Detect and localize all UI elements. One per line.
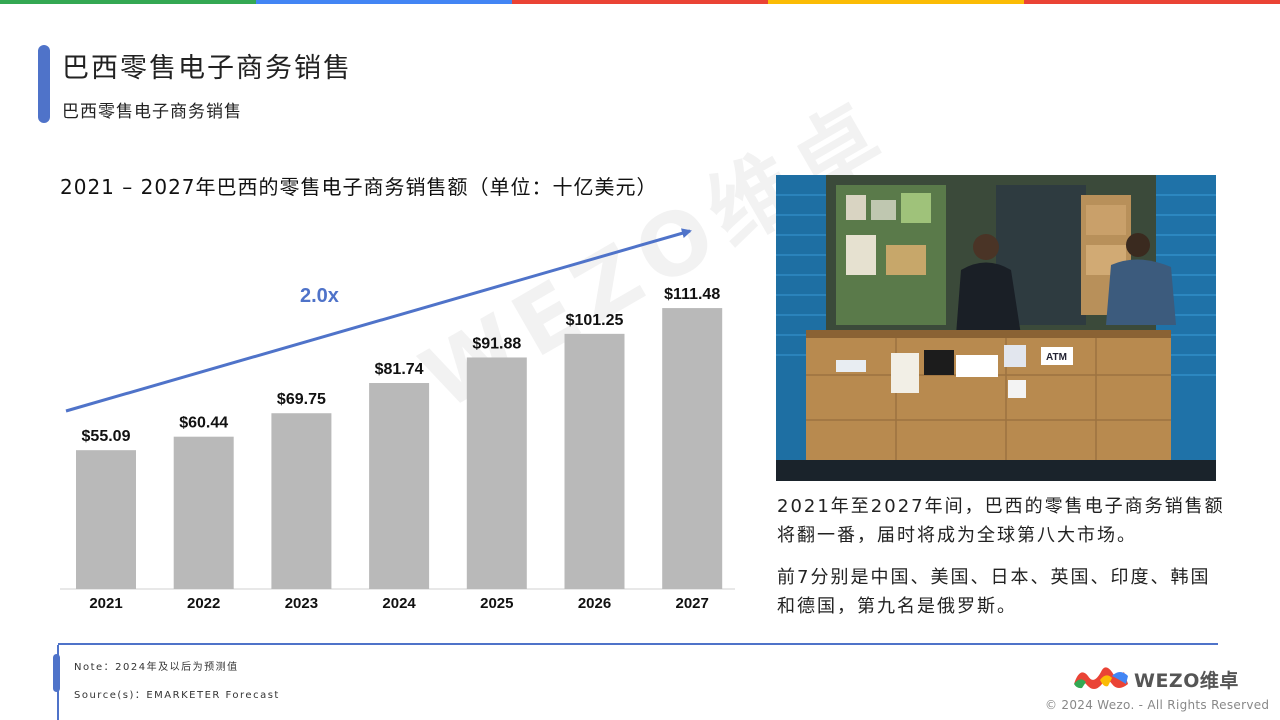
data-label-2023: $69.75 <box>277 391 326 408</box>
shop-counter-photo: ATM <box>776 175 1216 481</box>
bar-chart: $55.09 2021 $60.44 2022 $69.75 2023 $81.74 2024… <box>60 228 735 612</box>
bar-2025 <box>466 357 527 589</box>
bar-2022 <box>173 436 234 589</box>
x-tick-2026: 2026 <box>578 595 611 612</box>
x-tick-2024: 2024 <box>382 595 416 612</box>
bar-2027 <box>662 308 723 589</box>
wezo-logo-text: WEZO维卓 <box>1134 670 1239 692</box>
data-label-2026: $101.25 <box>566 312 624 329</box>
x-tick-2022: 2022 <box>187 595 220 612</box>
bar-2024 <box>369 383 430 589</box>
bar-2021 <box>76 450 136 589</box>
bar-2023 <box>271 413 332 589</box>
description-paragraph-2: 前7分别是中国、美国、日本、英国、印度、韩国和德国，第九名是俄罗斯。 <box>777 567 1211 617</box>
atm-sticker-text: ATM <box>1046 352 1067 363</box>
x-tick-2023: 2023 <box>285 595 318 612</box>
data-label-2025: $91.88 <box>472 335 521 352</box>
stripe-yellow <box>768 0 1024 4</box>
data-label-2024: $81.74 <box>375 361 424 378</box>
x-tick-2025: 2025 <box>480 595 513 612</box>
note-accent-bar <box>53 654 60 692</box>
footer-source: Source(s)：EMARKETER Forecast <box>74 690 280 701</box>
data-label-2027: $111.48 <box>664 286 720 303</box>
description-paragraph-1: 2021年至2027年间，巴西的零售电子商务销售额将翻一番，届时将成为全球第八大… <box>777 496 1225 546</box>
footer-divider <box>58 643 1218 645</box>
copyright: © 2024 Wezo. - All Rights Reserved <box>1045 698 1270 712</box>
x-tick-2027: 2027 <box>676 595 709 612</box>
growth-annotation: 2.0x <box>300 285 339 307</box>
data-label-2021: $55.09 <box>82 428 131 445</box>
stripe-red-2 <box>1024 0 1280 4</box>
bar-2026 <box>564 333 625 589</box>
data-label-2022: $60.44 <box>179 415 228 432</box>
shop-counter-photo-icon: ATM <box>776 175 1216 481</box>
x-tick-2021: 2021 <box>89 595 122 612</box>
footer-note: Note：2024年及以后为预测值 <box>74 662 239 673</box>
